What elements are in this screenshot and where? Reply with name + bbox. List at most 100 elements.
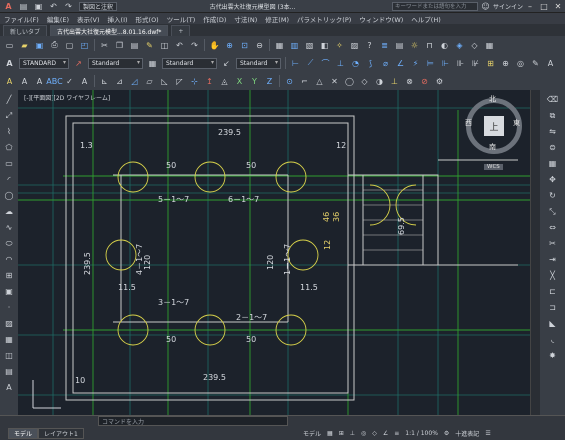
dim-continue-icon[interactable]: ⊩ (439, 57, 452, 70)
text-icon[interactable]: A (18, 75, 31, 88)
text-style-select[interactable]: STANDARD (19, 57, 69, 69)
tab-add-button[interactable]: + (171, 25, 191, 36)
ucs-prev-icon[interactable]: ◿ (128, 75, 141, 88)
otrack-icon[interactable]: ∠ (383, 430, 388, 437)
dim-baseline-icon[interactable]: ⊨ (424, 57, 437, 70)
tab-layout1[interactable]: レイアウト1 (38, 428, 84, 439)
zoom-previous-icon[interactable]: ⊖ (253, 39, 266, 52)
grid-icon[interactable]: ▦ (327, 430, 333, 437)
menu-view[interactable]: 表示(V) (73, 14, 104, 24)
viewcube-top-face[interactable]: 上 (484, 116, 504, 136)
viewcube-south[interactable]: 南 (489, 142, 496, 152)
copy-object-icon[interactable]: ⧉ (546, 109, 560, 122)
ucs-face-icon[interactable]: ▱ (143, 75, 156, 88)
open-file-icon[interactable]: ▰ (18, 39, 31, 52)
tab-new[interactable]: 新しいタブ (3, 25, 48, 36)
osnap-tan-icon[interactable]: ◑ (373, 75, 386, 88)
polyline-icon[interactable]: ⌇ (2, 125, 16, 138)
polar-icon[interactable]: ◎ (361, 430, 366, 437)
zoom-realtime-icon[interactable]: ⊕ (223, 39, 236, 52)
search-input[interactable]: キーワードまたは語句を入力 (391, 1, 478, 11)
table-icon[interactable]: ▤ (2, 365, 16, 378)
spell-icon[interactable]: ✓ (63, 75, 76, 88)
chamfer-icon[interactable]: ◣ (546, 317, 560, 330)
osnap-mid-icon[interactable]: △ (313, 75, 326, 88)
make-block-icon[interactable]: ▣ (2, 285, 16, 298)
osnap-int-icon[interactable]: ✕ (328, 75, 341, 88)
ucs-x-icon[interactable]: X (233, 75, 246, 88)
trim-icon[interactable]: ✂ (546, 237, 560, 250)
vertical-scrollbar[interactable] (530, 90, 540, 415)
dim-break-icon[interactable]: ⊮ (469, 57, 482, 70)
print-icon[interactable]: ⎙ (48, 39, 61, 52)
dim-ordinate-icon[interactable]: ⊥ (334, 57, 347, 70)
dim-text-edit-icon[interactable]: A (544, 57, 557, 70)
sheet-set-icon[interactable]: ◧ (318, 39, 331, 52)
ucs-view-icon[interactable]: ◸ (173, 75, 186, 88)
menu-parametric[interactable]: パラメトリック(P) (293, 14, 355, 24)
join-icon[interactable]: ⊐ (546, 301, 560, 314)
tolerance-icon[interactable]: ⊞ (484, 57, 497, 70)
osnap-center-icon[interactable]: ◯ (343, 75, 356, 88)
break-icon[interactable]: ⊏ (546, 285, 560, 298)
dim-aligned-icon[interactable]: ⟋ (304, 57, 317, 70)
menu-edit[interactable]: 編集(E) (43, 14, 73, 24)
dim-style-select[interactable]: Standard (88, 57, 143, 69)
layer-freeze-icon[interactable]: ☼ (408, 39, 421, 52)
ucs-zaxis-icon[interactable]: ↥ (203, 75, 216, 88)
annotation-scale[interactable]: 1:1 / 100% (405, 430, 438, 437)
ellipse-arc-icon[interactable]: ◠ (2, 253, 16, 266)
undo-tool-icon[interactable]: ↶ (173, 39, 186, 52)
publish-icon[interactable]: ◰ (78, 39, 91, 52)
gear-icon[interactable]: ⚙ (444, 430, 449, 437)
dim-radius-icon[interactable]: ◔ (349, 57, 362, 70)
ucs-y-icon[interactable]: Y (248, 75, 261, 88)
text-scale-icon[interactable]: A (78, 75, 91, 88)
fillet-icon[interactable]: ◟ (546, 333, 560, 346)
break-point-icon[interactable]: ╳ (546, 269, 560, 282)
circle-icon[interactable]: ◯ (2, 189, 16, 202)
save-icon[interactable]: ▣ (32, 0, 45, 13)
menu-format[interactable]: 形式(O) (132, 14, 163, 24)
viewcube-east[interactable]: 東 (513, 118, 520, 128)
osnap-perp-icon[interactable]: ⊥ (388, 75, 401, 88)
layer-off-icon[interactable]: ◐ (438, 39, 451, 52)
stretch-icon[interactable]: ⇔ (546, 221, 560, 234)
match-prop-icon[interactable]: ✎ (143, 39, 156, 52)
spline-icon[interactable]: ∿ (2, 221, 16, 234)
scale-icon[interactable]: ⤡ (546, 205, 560, 218)
units-label[interactable]: 十進表記 (455, 429, 479, 438)
table-style-icon[interactable]: ▦ (146, 57, 159, 70)
insert-block-icon[interactable]: ⊞ (2, 269, 16, 282)
layer-match-icon[interactable]: ◈ (453, 39, 466, 52)
user-icon[interactable]: ☺ (479, 0, 492, 13)
zoom-window-icon[interactable]: ⊡ (238, 39, 251, 52)
layer-iso-icon[interactable]: ◇ (468, 39, 481, 52)
help-icon[interactable]: ? (363, 39, 376, 52)
minimize-icon[interactable]: – (523, 1, 537, 12)
layer-icon[interactable]: ≣ (378, 39, 391, 52)
dim-arc-icon[interactable]: ⌒ (319, 57, 332, 70)
design-center-icon[interactable]: ▥ (288, 39, 301, 52)
mirror-icon[interactable]: ⇋ (546, 125, 560, 138)
tab-model[interactable]: モデル (8, 428, 39, 439)
close-icon[interactable]: ✕ (551, 1, 565, 12)
dim-style-icon[interactable]: ↗ (72, 57, 85, 70)
ellipse-icon[interactable]: ⬭ (2, 237, 16, 250)
tool-palette-icon[interactable]: ▧ (303, 39, 316, 52)
rectangle-icon[interactable]: ▭ (2, 157, 16, 170)
text-style-icon[interactable]: A (3, 57, 16, 70)
copy-icon[interactable]: ❐ (113, 39, 126, 52)
osnap-icon[interactable]: ◇ (372, 430, 377, 437)
cut-icon[interactable]: ✂ (98, 39, 111, 52)
save-file-icon[interactable]: ▣ (33, 39, 46, 52)
mleader-style-select[interactable]: Standard (236, 57, 281, 69)
layer-lock-icon[interactable]: ⊓ (423, 39, 436, 52)
array-icon[interactable]: ▦ (546, 157, 560, 170)
mtext-draw-icon[interactable]: A (2, 381, 16, 394)
menu-tools[interactable]: ツール(T) (163, 14, 200, 24)
undo-icon[interactable]: ↶ (47, 0, 60, 13)
dim-diameter-icon[interactable]: ⌀ (379, 57, 392, 70)
point-icon[interactable]: · (2, 301, 16, 314)
pan-icon[interactable]: ✋ (208, 39, 221, 52)
